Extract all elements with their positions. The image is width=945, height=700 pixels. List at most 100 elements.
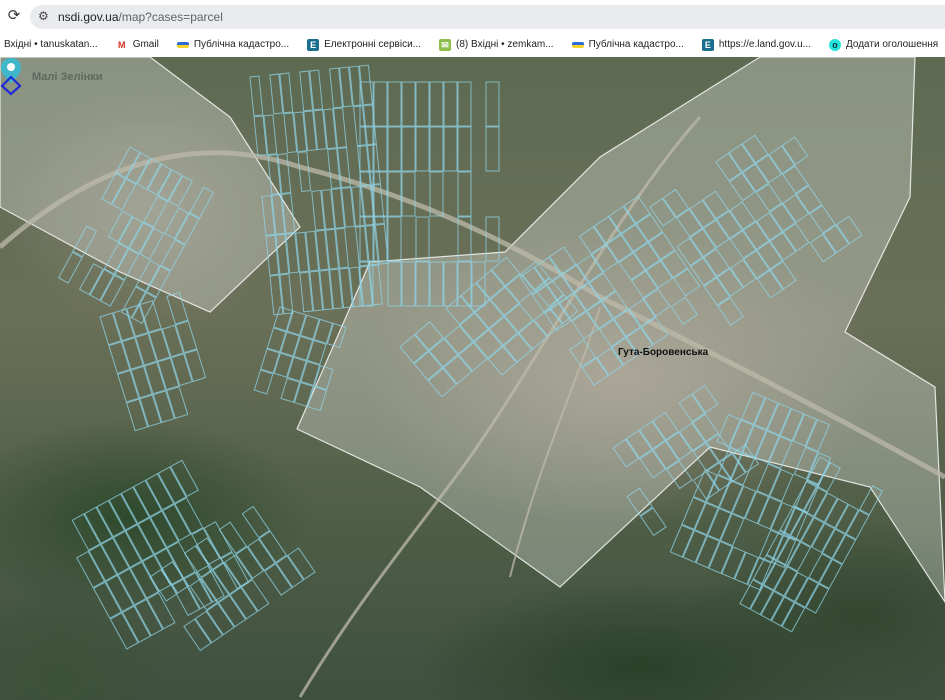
url-host: nsdi.gov.ua: [58, 10, 119, 24]
parcel[interactable]: [157, 466, 187, 504]
parcel[interactable]: [457, 126, 472, 172]
parcel[interactable]: [286, 310, 307, 336]
parcel[interactable]: [457, 81, 472, 127]
parcel[interactable]: [57, 251, 83, 284]
parcel[interactable]: [485, 126, 500, 172]
parcel[interactable]: [401, 126, 416, 172]
parcel[interactable]: [120, 486, 150, 524]
bookmark-label: Вхідні • tanuskatan...: [4, 39, 98, 50]
ukraine-map-icon: [176, 41, 189, 48]
parcel[interactable]: [373, 126, 388, 172]
parcel[interactable]: [112, 530, 143, 569]
parcel[interactable]: [443, 81, 458, 127]
parcel[interactable]: [162, 503, 192, 542]
browser-toolbar: ⟳ ⚙ nsdi.gov.ua/map?cases=parcel: [0, 0, 945, 32]
ukraine-map-icon: [571, 41, 584, 48]
parcel[interactable]: [286, 356, 307, 382]
place-label-huta-borovenska: Гута-Боровенська: [618, 347, 709, 358]
parcel[interactable]: [266, 327, 287, 353]
bookmark-inbox-zemkam[interactable]: ✉ (8) Вхідні • zemkam...: [439, 38, 554, 51]
olx-icon: o: [828, 38, 841, 51]
bookmark-label: Gmail: [132, 39, 159, 50]
bookmark-label: https://e.land.gov.u...: [718, 39, 811, 50]
parcel[interactable]: [88, 544, 118, 582]
parcel[interactable]: [96, 499, 126, 538]
parcel[interactable]: [78, 263, 104, 296]
parcel[interactable]: [306, 339, 327, 365]
parcel[interactable]: [89, 268, 115, 301]
parcel[interactable]: [415, 216, 430, 262]
parcel[interactable]: [415, 126, 430, 172]
reload-icon[interactable]: ⟳: [6, 8, 22, 24]
parcel[interactable]: [300, 360, 321, 386]
parcel[interactable]: [220, 551, 250, 590]
parcel[interactable]: [241, 505, 271, 539]
bookmark-inbox-tanuskatan[interactable]: Вхідні • tanuskatan...: [4, 39, 98, 50]
parcel[interactable]: [108, 493, 138, 531]
parcel[interactable]: [92, 581, 122, 619]
parcel[interactable]: [129, 561, 159, 599]
parcel[interactable]: [373, 81, 388, 127]
parcel[interactable]: [171, 578, 201, 617]
parcel[interactable]: [692, 471, 720, 500]
parcel[interactable]: [134, 598, 164, 637]
parcel[interactable]: [313, 318, 334, 344]
parcel[interactable]: [117, 568, 147, 606]
parcel[interactable]: [133, 479, 163, 518]
bookmark-label: Додати оголошення: [845, 39, 939, 50]
site-settings-icon[interactable]: ⚙: [38, 9, 49, 23]
parcel[interactable]: [166, 541, 196, 579]
e-service-icon: E: [701, 38, 714, 51]
url-text[interactable]: nsdi.gov.ua/map?cases=parcel: [58, 10, 223, 24]
location-pin-icon[interactable]: [0, 57, 22, 97]
parcel[interactable]: [485, 81, 500, 127]
e-service-icon: E: [307, 38, 320, 51]
parcel[interactable]: [401, 171, 416, 217]
parcel[interactable]: [183, 571, 213, 610]
parcel[interactable]: [109, 612, 139, 650]
bookmark-e-services[interactable]: E Електронні сервіси...: [307, 38, 421, 51]
bookmark-label: (8) Вхідні • zemkam...: [456, 39, 554, 50]
parcel[interactable]: [273, 352, 294, 378]
bookmark-public-cadastre[interactable]: Публічна кадастро...: [176, 39, 289, 50]
parcel[interactable]: [387, 81, 402, 127]
parcel[interactable]: [121, 605, 152, 643]
address-bar[interactable]: ⚙ nsdi.gov.ua/map?cases=parcel: [30, 5, 945, 29]
parcel[interactable]: [299, 314, 320, 340]
parcel[interactable]: [105, 574, 135, 613]
bookmark-olx[interactable]: o Додати оголошення: [828, 38, 939, 51]
parcel[interactable]: [253, 369, 274, 395]
parcel[interactable]: [83, 506, 113, 545]
parcel[interactable]: [387, 216, 402, 262]
bookmark-e-land[interactable]: Ehttps://e.land.gov.u...: [701, 38, 811, 51]
parcel[interactable]: [415, 81, 430, 127]
parcel[interactable]: [76, 550, 106, 589]
parcel[interactable]: [297, 151, 312, 192]
parcel[interactable]: [387, 126, 402, 172]
parcel[interactable]: [100, 274, 125, 307]
parcel[interactable]: [401, 81, 416, 127]
parcel-block: [71, 459, 250, 650]
parcel[interactable]: [293, 335, 314, 361]
parcel[interactable]: [137, 517, 167, 555]
cadastral-map[interactable]: Малі Зелінки Гута-Боровенська: [0, 57, 945, 700]
bookmark-gmail[interactable]: M Gmail: [116, 39, 159, 51]
parcel[interactable]: [145, 473, 175, 511]
parcel[interactable]: [429, 81, 444, 127]
parcel[interactable]: [457, 171, 472, 217]
bookmark-public-cadastre-2[interactable]: Публічна кадастро...: [571, 39, 684, 50]
parcel[interactable]: [218, 521, 248, 555]
parcel[interactable]: [174, 497, 204, 535]
parcel[interactable]: [443, 126, 458, 172]
parcel[interactable]: [280, 331, 300, 357]
parcel[interactable]: [71, 513, 101, 551]
parcel[interactable]: [260, 348, 281, 374]
parcel[interactable]: [280, 377, 301, 403]
parcel[interactable]: [429, 126, 444, 172]
parcel[interactable]: [125, 523, 155, 562]
parcel[interactable]: [249, 75, 264, 117]
parcel[interactable]: [149, 510, 179, 548]
parcel[interactable]: [100, 537, 130, 575]
parcel[interactable]: [169, 459, 199, 498]
settlement-boundaries: [0, 57, 945, 604]
